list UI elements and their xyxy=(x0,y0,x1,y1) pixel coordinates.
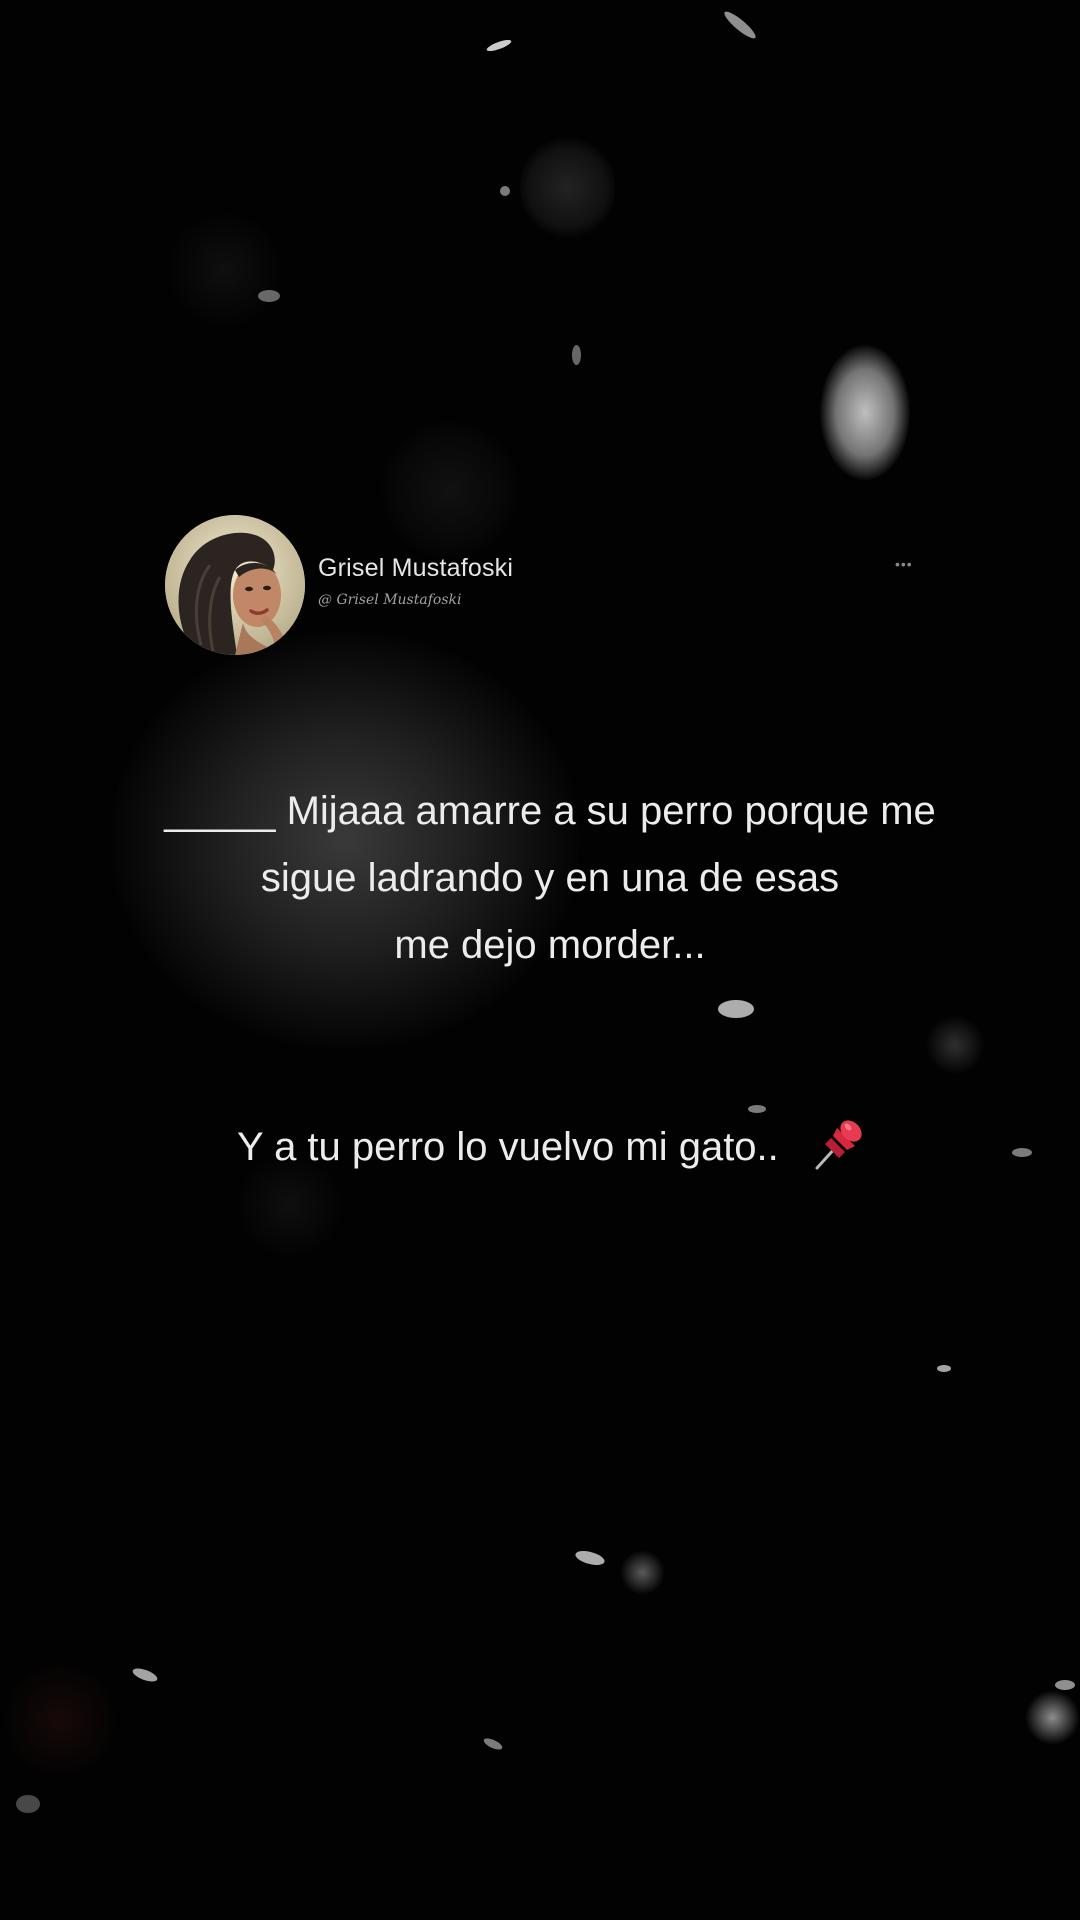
snow-particle xyxy=(573,1548,607,1568)
background-bokeh xyxy=(1025,1690,1080,1745)
snow-particle xyxy=(500,186,510,196)
background-bokeh xyxy=(520,135,615,240)
background-bokeh xyxy=(0,1660,120,1780)
snow-particle xyxy=(748,1105,766,1113)
avatar-photo xyxy=(165,515,305,655)
story-screen: Grisel Mustafoski @ Grisel Mustafoski ••… xyxy=(0,0,1080,1920)
author-name[interactable]: Grisel Mustafoski xyxy=(318,554,513,583)
snow-particle xyxy=(485,37,513,54)
snow-particle xyxy=(16,1795,40,1813)
author-info: Grisel Mustafoski @ Grisel Mustafoski xyxy=(318,554,513,608)
message-line: _____ Mijaaa amarre a su perro porque me xyxy=(164,789,936,833)
more-dots-icon[interactable]: ••• xyxy=(895,556,913,572)
message-line: me dejo morder... xyxy=(394,923,706,967)
background-bokeh xyxy=(620,1550,665,1595)
pushpin-icon xyxy=(809,1114,869,1174)
author-handle: @ Grisel Mustafoski xyxy=(318,592,462,608)
background-bokeh xyxy=(165,210,285,330)
message-line: sigue ladrando y en una de esas xyxy=(260,856,840,900)
avatar[interactable] xyxy=(165,515,305,655)
snow-particle xyxy=(131,1665,159,1685)
snow-particle xyxy=(572,345,581,365)
snow-particle xyxy=(937,1365,951,1372)
snow-particle xyxy=(482,1736,504,1752)
snow-particle xyxy=(721,8,759,42)
post-author: Grisel Mustafoski @ Grisel Mustafoski xyxy=(165,515,513,655)
background-bokeh xyxy=(820,345,910,480)
reply-text: Y a tu perro lo vuelvo mi gato.. xyxy=(237,1124,779,1169)
snow-particle xyxy=(1012,1148,1032,1157)
reply-text-row: Y a tu perro lo vuelvo mi gato.. xyxy=(237,1120,869,1174)
background-bokeh xyxy=(925,1015,985,1075)
snow-particle xyxy=(1055,1680,1075,1690)
snow-particle xyxy=(258,290,280,302)
post-message: _____ Mijaaa amarre a su perro porque me… xyxy=(60,778,1040,979)
snow-particle xyxy=(718,1000,754,1018)
